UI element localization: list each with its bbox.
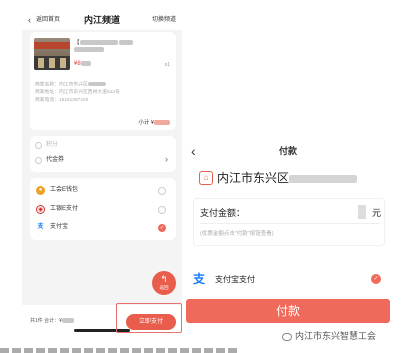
return-arrow-icon: ↰: [160, 274, 168, 284]
product-image: [34, 38, 70, 70]
merchant-name: 内江市东兴区: [217, 171, 358, 186]
product-quantity: x1: [164, 62, 170, 68]
merchant-row: ⌂ 内江市东兴区: [197, 170, 387, 188]
amount-input[interactable]: [358, 205, 366, 219]
merchant-phone-line: 商家电话：18181087225: [35, 98, 89, 103]
chevron-right-icon[interactable]: ›: [165, 154, 168, 164]
shop-icon: ⌂: [199, 171, 213, 185]
float-back-button[interactable]: ↰ 返回: [152, 271, 176, 295]
wallet-icon: ●: [36, 186, 45, 195]
total-label: 共1件 合计：¥: [30, 318, 74, 325]
icbc-icon: ◉: [36, 205, 45, 214]
alipay-label: 支付宝支付: [215, 275, 255, 284]
wechat-icon: [282, 332, 292, 341]
product-title: 【: [74, 40, 172, 54]
payment-method-card: ● 工会E钱包 ◉ 工银E支付 支 支付宝 ✓: [30, 178, 176, 240]
highlight-box: [116, 303, 182, 333]
voucher-label[interactable]: 代金券: [46, 156, 64, 164]
payment-option-wallet[interactable]: 工会E钱包: [50, 186, 78, 195]
amount-label: 支付金额：: [200, 208, 246, 218]
points-label: 积分: [46, 142, 59, 148]
alipay-radio[interactable]: ✓: [158, 224, 166, 232]
payment-screen: ‹ 付款 ⌂ 内江市东兴区 支付金额： 元 (优惠金额点击"付款"按钮查看) 支…: [183, 138, 393, 335]
merchant-address-line: 商家地址：内江市东兴区西林大道523号: [35, 90, 120, 95]
points-radio[interactable]: [35, 142, 42, 149]
discount-card: 积分 代金券 ›: [30, 136, 176, 172]
order-screen: ‹ 返回首页 内江频道 切换频道 【 ¥8 x1 商家名称：内江市东兴区 商家地…: [22, 0, 182, 335]
payment-option-alipay[interactable]: 支付宝: [50, 223, 68, 232]
switch-channel-link[interactable]: 切换频道: [152, 15, 176, 25]
alipay-icon: 支: [193, 272, 206, 286]
payment-header: ‹ 付款: [183, 138, 393, 164]
amount-unit: 元: [372, 208, 382, 218]
check-icon[interactable]: ✓: [371, 274, 381, 284]
payment-title: 付款: [278, 146, 297, 156]
voucher-radio[interactable]: [35, 157, 42, 164]
subtotal: 小计 ¥: [138, 120, 170, 127]
payment-option-icbc[interactable]: 工银E支付: [50, 205, 78, 214]
order-header: ‹ 返回首页 内江频道 切换频道: [22, 0, 182, 30]
confirm-pay-button[interactable]: 付款: [186, 299, 390, 323]
wallet-radio[interactable]: [158, 187, 166, 195]
product-price: ¥8: [74, 60, 91, 68]
amount-box: 支付金额： 元 (优惠金额点击"付款"按钮查看): [193, 198, 385, 246]
icbc-radio[interactable]: [158, 206, 166, 214]
amount-divider: [200, 223, 380, 224]
amount-hint: (优惠金额点击"付款"按钮查看): [200, 231, 274, 237]
alipay-icon: 支: [36, 223, 45, 232]
watermark: 内江市东兴智慧工会: [282, 330, 376, 342]
merchant-card: 【 ¥8 x1 商家名称：内江市东兴区 商家地址：内江市东兴区西林大道523号 …: [30, 32, 176, 130]
cropped-text-strip: [0, 344, 300, 353]
float-back-label: 返回: [159, 285, 169, 290]
alipay-row[interactable]: 支 支付宝支付 ✓: [193, 271, 389, 289]
merchant-name-line: 商家名称：内江市东兴区: [35, 82, 106, 88]
